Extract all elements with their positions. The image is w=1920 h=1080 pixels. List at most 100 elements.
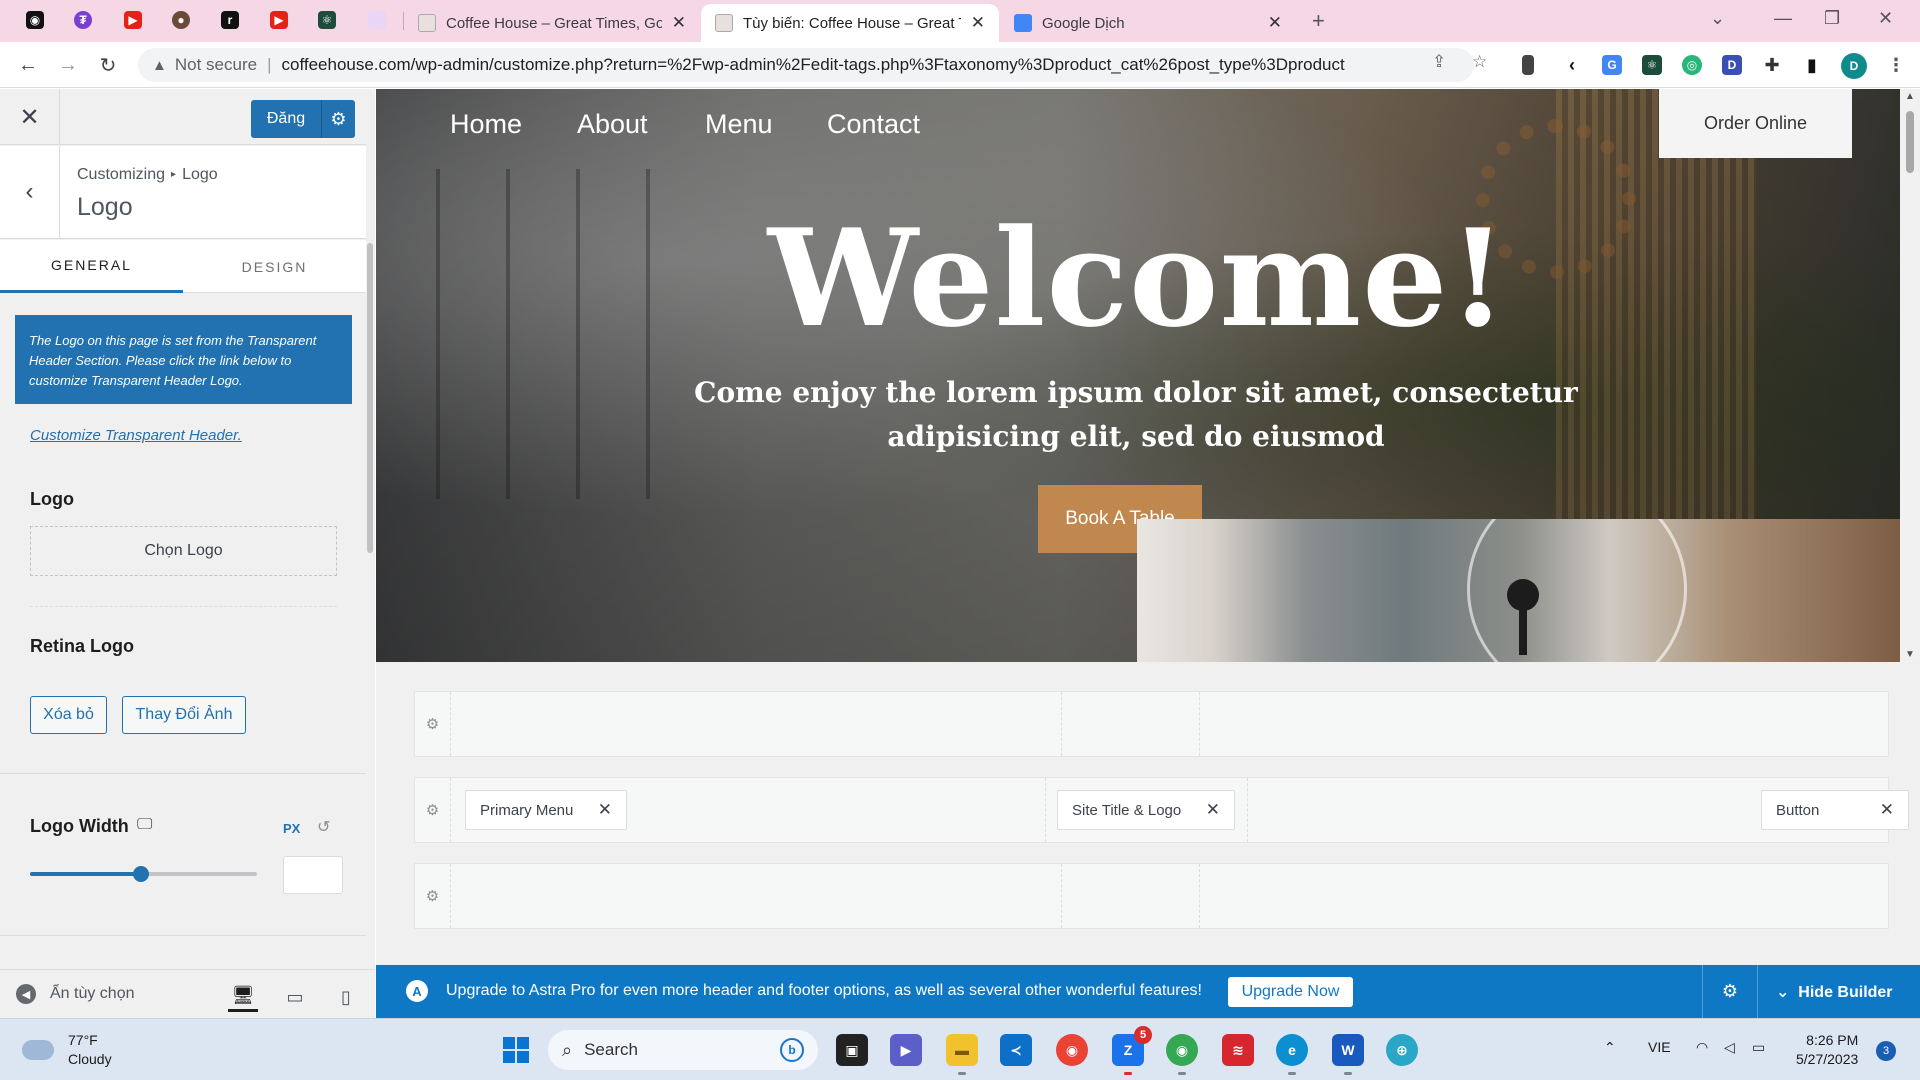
scroll-down-icon[interactable]: ▼ xyxy=(1905,649,1915,660)
logo-width-input[interactable] xyxy=(283,856,343,894)
url-text[interactable]: coffeehouse.com/wp-admin/customize.php?r… xyxy=(281,55,1344,75)
nav-home[interactable]: Home xyxy=(450,109,522,140)
tab-design[interactable]: DESIGN xyxy=(183,240,366,293)
cyan-app-icon[interactable]: ⊕ xyxy=(1386,1034,1418,1066)
upgrade-now-button[interactable]: Upgrade Now xyxy=(1228,977,1353,1007)
forward-icon[interactable]: → xyxy=(54,51,82,79)
hide-controls-button[interactable]: ◀ Ẩn tùy chọn xyxy=(16,984,135,1004)
tab-general[interactable]: GENERAL xyxy=(0,240,183,293)
scrollbar-thumb[interactable] xyxy=(1906,111,1914,173)
menu-kebab-icon[interactable]: ⋮ xyxy=(1886,55,1906,75)
remove-chip-icon[interactable]: ✕ xyxy=(1880,800,1894,820)
nav-menu[interactable]: Menu xyxy=(705,109,773,140)
pinned-tab-5[interactable]: r xyxy=(217,7,243,33)
word-icon[interactable]: W xyxy=(1332,1034,1364,1075)
button-chip[interactable]: Button ✕ xyxy=(1761,790,1909,830)
system-clock[interactable]: 8:26 PM 5/27/2023 xyxy=(1796,1031,1858,1069)
task-view-icon[interactable]: ▣ xyxy=(836,1034,868,1066)
youtube-pinned-tab-2[interactable]: ▶ xyxy=(266,7,292,33)
teams-icon[interactable]: ▶ xyxy=(890,1034,922,1066)
input-language[interactable]: VIE xyxy=(1648,1039,1671,1055)
tab-customizer[interactable]: Tùy biến: Coffee House – Great T ✕ xyxy=(701,4,999,42)
react-extension-icon[interactable]: ⚛ xyxy=(1642,55,1662,75)
pinned-tab-7[interactable]: ⚛ xyxy=(314,7,340,33)
tab-coffee-house[interactable]: Coffee House – Great Times, Goo ✕ xyxy=(404,4,700,42)
choose-logo-button[interactable]: Chọn Logo xyxy=(30,526,337,576)
chrome-icon[interactable]: ◉ xyxy=(1056,1034,1088,1066)
pinned-tab-8[interactable] xyxy=(364,7,390,33)
weather-widget[interactable]: 77°F Cloudy xyxy=(22,1031,112,1069)
puzzle-icon[interactable]: ✚ xyxy=(1762,55,1782,75)
desktop-responsive-icon[interactable]: 🖵 xyxy=(137,816,152,834)
bookmark-star-icon[interactable]: ☆ xyxy=(1472,52,1487,72)
close-tab-icon[interactable]: ✕ xyxy=(1268,13,1282,33)
zalo-icon[interactable]: Z5 xyxy=(1112,1026,1152,1075)
tab-search-icon[interactable]: ⌄ xyxy=(1710,8,1725,29)
restore-icon[interactable]: ❐ xyxy=(1824,8,1840,29)
windows-start-icon[interactable] xyxy=(503,1037,529,1063)
side-panel-icon[interactable]: ▮ xyxy=(1802,55,1822,75)
minimize-icon[interactable]: — xyxy=(1774,8,1792,29)
back-chevron-icon[interactable]: ‹ xyxy=(0,146,60,238)
builder-row-primary-header[interactable]: ⚙ Primary Menu ✕ Site Title & Logo ✕ But… xyxy=(414,777,1909,843)
close-tab-icon[interactable]: ✕ xyxy=(672,13,686,33)
row-settings-gear-icon[interactable]: ⚙ xyxy=(415,864,451,928)
logo-width-slider[interactable] xyxy=(30,866,257,882)
mobile-preview-icon[interactable]: ▯ xyxy=(331,982,361,1012)
new-tab-button[interactable]: + xyxy=(1312,8,1325,34)
sidebar-scrollbar[interactable] xyxy=(366,89,375,1018)
reset-icon[interactable]: ↺ xyxy=(317,817,330,837)
share-icon[interactable]: ⇪ xyxy=(1432,52,1446,72)
row-settings-gear-icon[interactable]: ⚙ xyxy=(415,778,451,842)
red-app-icon[interactable]: ≋ xyxy=(1222,1034,1254,1066)
change-retina-logo-button[interactable]: Thay Đổi Ảnh xyxy=(122,696,246,734)
file-explorer-icon[interactable]: ▬ xyxy=(946,1034,978,1075)
publish-settings-gear-icon[interactable]: ⚙ xyxy=(321,100,355,138)
address-bar[interactable]: ▲ Not secure | coffeehouse.com/wp-admin/… xyxy=(138,48,1474,82)
pinned-tab-4[interactable]: ● xyxy=(168,7,194,33)
remove-chip-icon[interactable]: ✕ xyxy=(598,800,612,820)
volume-icon[interactable]: ◁ xyxy=(1724,1039,1735,1056)
green-extension-icon[interactable]: ◎ xyxy=(1682,55,1702,75)
battery-icon[interactable]: ▭ xyxy=(1752,1039,1765,1056)
customize-transparent-header-link[interactable]: Customize Transparent Header. xyxy=(30,427,242,444)
close-tab-icon[interactable]: ✕ xyxy=(971,13,985,33)
pinned-tab-2[interactable]: ₮ xyxy=(70,7,96,33)
taskbar-search[interactable]: ⌕ Search b xyxy=(548,1030,818,1070)
back-icon[interactable]: ← xyxy=(14,51,42,79)
d-extension-icon[interactable]: D xyxy=(1722,55,1742,75)
close-customizer-icon[interactable]: ✕ xyxy=(0,89,60,145)
desktop-preview-icon[interactable]: 🖥 xyxy=(228,982,258,1012)
bing-icon[interactable]: b xyxy=(780,1038,804,1062)
close-window-icon[interactable]: ✕ xyxy=(1878,8,1893,29)
notification-badge[interactable]: 3 xyxy=(1876,1041,1896,1061)
edge-icon[interactable]: e xyxy=(1276,1034,1308,1075)
tab-google-translate[interactable]: Google Dịch ✕ xyxy=(1000,4,1296,42)
hide-builder-button[interactable]: ⌄ Hide Builder xyxy=(1776,982,1893,1002)
translate-extension-icon[interactable]: G xyxy=(1602,55,1622,75)
reload-icon[interactable]: ↻ xyxy=(94,51,122,79)
unit-px-toggle[interactable]: PX xyxy=(283,821,300,836)
publish-label[interactable]: Đăng xyxy=(251,110,321,128)
order-online-button[interactable]: Order Online xyxy=(1659,89,1852,158)
remove-chip-icon[interactable]: ✕ xyxy=(1206,800,1220,820)
row-settings-gear-icon[interactable]: ⚙ xyxy=(415,692,451,756)
scroll-up-icon[interactable]: ▲ xyxy=(1905,91,1915,102)
vscode-icon[interactable]: ≺ xyxy=(1000,1034,1032,1066)
remove-retina-logo-button[interactable]: Xóa bỏ xyxy=(30,696,107,734)
publish-button[interactable]: Đăng ⚙ xyxy=(251,100,355,138)
security-label[interactable]: Not secure xyxy=(175,55,257,75)
extension-icon[interactable] xyxy=(1522,55,1534,75)
site-title-logo-chip[interactable]: Site Title & Logo ✕ xyxy=(1057,790,1235,830)
youtube-pinned-tab[interactable]: ▶ xyxy=(120,7,146,33)
builder-row-below-header[interactable]: ⚙ xyxy=(414,863,1889,929)
tablet-preview-icon[interactable]: ▭ xyxy=(280,982,310,1012)
builder-row-above-header[interactable]: ⚙ xyxy=(414,691,1889,757)
wifi-icon[interactable]: ◠ xyxy=(1696,1039,1708,1056)
nav-contact[interactable]: Contact xyxy=(827,109,920,140)
primary-menu-chip[interactable]: Primary Menu ✕ xyxy=(465,790,627,830)
slider-handle[interactable] xyxy=(133,866,150,882)
show-hidden-icons-icon[interactable]: ⌃ xyxy=(1604,1039,1616,1056)
preview-scrollbar[interactable]: ▲ ▼ xyxy=(1900,89,1920,662)
github-pinned-tab[interactable]: ◉ xyxy=(22,7,48,33)
